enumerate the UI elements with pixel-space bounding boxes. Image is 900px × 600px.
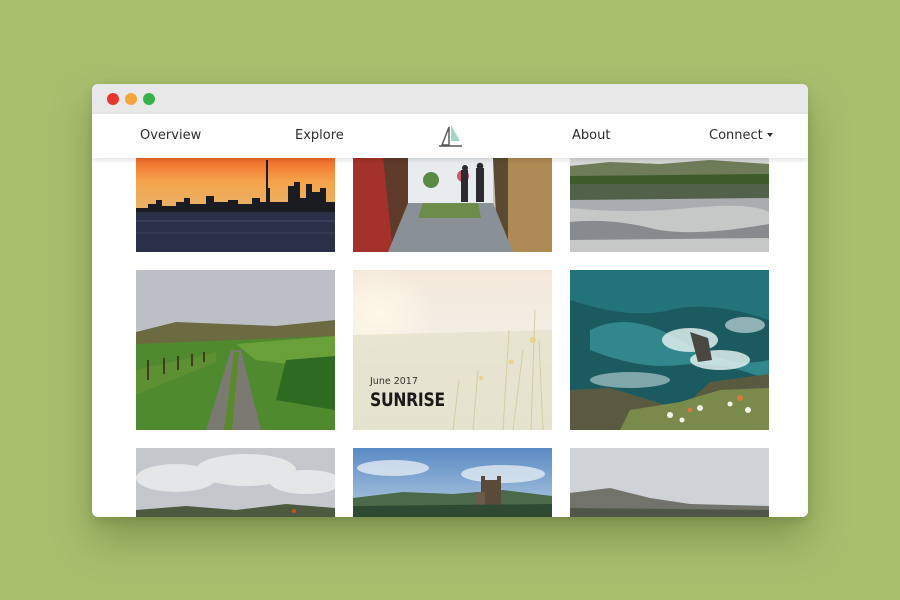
chevron-down-icon: [766, 133, 773, 137]
gallery-tile-city-skyline[interactable]: [136, 158, 335, 252]
featured-title: SUNRISE: [370, 389, 445, 411]
window-titlebar: [92, 84, 808, 115]
gallery-tile-cloudy-hills[interactable]: [136, 448, 335, 517]
nav-connect-dropdown[interactable]: Connect: [709, 114, 773, 158]
gallery-grid: June 2017 SUNRISE: [92, 158, 808, 517]
gallery-tile-alley[interactable]: [353, 158, 552, 252]
browser-window: Overview Explore About Connect June 2017…: [92, 84, 808, 517]
maximize-window-button[interactable]: [143, 93, 155, 105]
nav-explore-link[interactable]: Explore: [295, 114, 344, 158]
nav-about-link[interactable]: About: [572, 114, 610, 158]
gallery-tile-misty-mountains[interactable]: [570, 448, 769, 517]
gallery-tile-countryside[interactable]: [136, 270, 335, 430]
gallery-tile-ocean-rocks[interactable]: [570, 270, 769, 430]
featured-overlay: June 2017 SUNRISE: [370, 376, 461, 411]
nav-overview-link[interactable]: Overview: [140, 114, 201, 158]
gallery-tile-featured-sunrise[interactable]: June 2017 SUNRISE: [353, 270, 552, 430]
site-navbar: Overview Explore About Connect: [92, 114, 808, 158]
gallery-tile-lake[interactable]: [570, 158, 769, 252]
close-window-button[interactable]: [107, 93, 119, 105]
nav-connect-label: Connect: [709, 128, 763, 143]
minimize-window-button[interactable]: [125, 93, 137, 105]
gallery-tile-castle[interactable]: [353, 448, 552, 517]
featured-date: June 2017: [370, 376, 418, 387]
sailboat-icon[interactable]: [434, 121, 466, 153]
